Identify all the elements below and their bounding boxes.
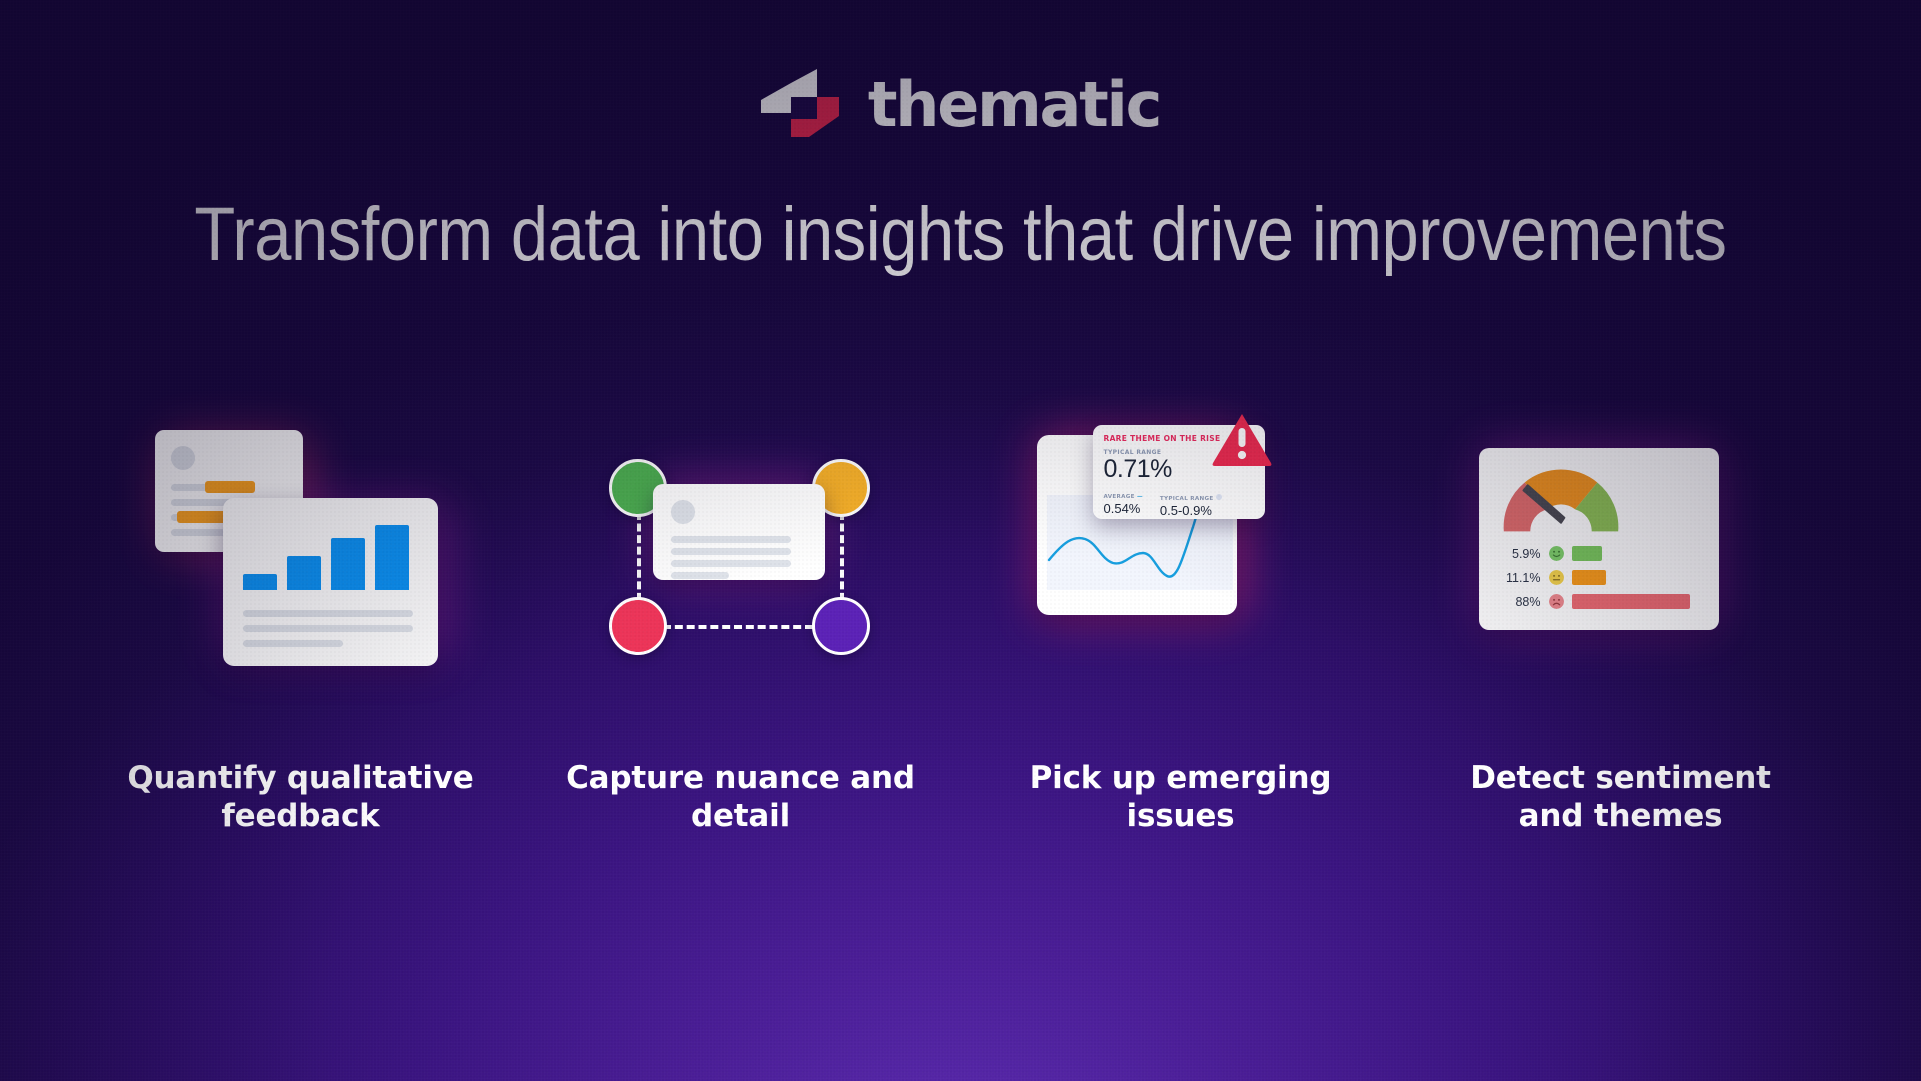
sad-face-icon [1548, 594, 1564, 609]
feature-sentiment-caption: Detect sentiment and themes [1470, 760, 1771, 834]
thematic-logo-mark-icon [760, 66, 847, 140]
tooltip-typical-value: 0.5-0.9% [1159, 503, 1212, 518]
tooltip-typical-group: TYPICAL RANGE 0.5-0.9% [1160, 494, 1222, 518]
sentiment-row-positive: 5.9% [1495, 546, 1705, 561]
feature-emerging: RARE THEME ON THE RISE TYPICAL RANGE 0.7… [961, 414, 1401, 836]
chart-card-front [222, 498, 438, 666]
brand-logo: thematic [0, 66, 1921, 140]
skeleton-line [242, 610, 413, 617]
sentiment-breakdown: 5.9% 11.1% 88% [1495, 546, 1705, 618]
highlight-bar [204, 481, 255, 493]
feature-emerging-caption: Pick up emerging issues [1029, 760, 1332, 834]
tooltip-average-value: 0.54% [1103, 501, 1141, 516]
skeleton-line [242, 625, 413, 632]
bar-2 [286, 556, 321, 590]
feature-sentiment: 5.9% 11.1% 88% Detect sentiment and them… [1401, 420, 1841, 836]
sentiment-neutral-value: 11.1% [1505, 570, 1541, 585]
bar-4 [374, 525, 409, 590]
tooltip-typical-label: TYPICAL RANGE [1160, 494, 1222, 502]
warning-triangle-icon [1212, 414, 1271, 466]
tooltip-average-label: AVERAGE — [1103, 494, 1143, 500]
sentiment-row-negative: 88% [1495, 594, 1705, 609]
avatar [670, 500, 695, 524]
sentiment-neutral-bar [1571, 570, 1606, 585]
feature-quantify: Quantify qualitative feedback [81, 420, 521, 836]
node-bottom-left[interactable] [608, 597, 667, 655]
skeleton-line [670, 536, 791, 543]
feature-quantify-illustration [81, 420, 521, 680]
bar-chart [242, 520, 413, 590]
bar-1 [242, 574, 277, 590]
page-title: Transform data into insights that drive … [194, 192, 1727, 277]
feature-columns: Quantify qualitative feedback Capture nu… [0, 414, 1921, 836]
neutral-face-icon [1548, 570, 1564, 585]
bar-3 [330, 538, 365, 590]
alert-tooltip: RARE THEME ON THE RISE TYPICAL RANGE 0.7… [1092, 414, 1271, 519]
skeleton-line [170, 529, 231, 536]
brand-wordmark: thematic [867, 68, 1163, 141]
feature-nuance: Capture nuance and detail [521, 420, 961, 836]
sentiment-negative-bar [1571, 594, 1690, 609]
feature-emerging-illustration: RARE THEME ON THE RISE TYPICAL RANGE 0.7… [961, 414, 1401, 680]
connector-bottom [662, 625, 813, 629]
sentiment-card: 5.9% 11.1% 88% [1478, 448, 1719, 630]
skeleton-line [670, 548, 791, 555]
feature-nuance-caption: Capture nuance and detail [566, 760, 915, 834]
skeleton-line [670, 560, 791, 567]
sentiment-negative-value: 88% [1515, 594, 1541, 609]
skeleton-line [242, 640, 343, 647]
feature-nuance-illustration [521, 420, 961, 680]
feature-sentiment-illustration: 5.9% 11.1% 88% [1401, 420, 1841, 680]
sentiment-positive-value: 5.9% [1512, 546, 1541, 561]
happy-face-icon [1548, 546, 1564, 561]
detail-card [652, 484, 825, 580]
node-bottom-right[interactable] [811, 597, 870, 655]
tooltip-average-group: AVERAGE — 0.54% [1104, 494, 1143, 518]
avatar [170, 446, 195, 470]
sentiment-row-neutral: 11.1% [1495, 570, 1705, 585]
sentiment-positive-bar [1571, 546, 1602, 561]
feature-quantify-caption: Quantify qualitative feedback [127, 760, 474, 834]
skeleton-line [670, 572, 729, 579]
slide-canvas: thematic Transform data into insights th… [0, 0, 1921, 1081]
sentiment-gauge [1503, 469, 1618, 532]
